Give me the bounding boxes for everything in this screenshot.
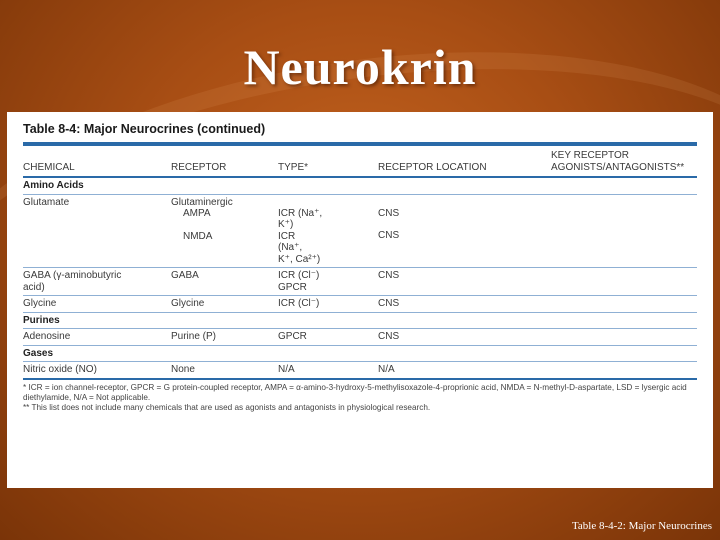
gaba-type-1: ICR (Cl⁻) — [278, 270, 320, 281]
cell-nitric-oxide-agonists — [551, 362, 697, 378]
cell-adenosine-location: CNS — [378, 328, 551, 346]
gaba-chemical-line2: acid) — [23, 281, 45, 293]
cell-glycine-receptor: Glycine — [171, 295, 278, 313]
neurocrines-table-panel: Table 8-4: Major Neurocrines (continued)… — [7, 112, 713, 488]
cell-glycine-location: CNS — [378, 295, 551, 313]
table-header-row: CHEMICAL RECEPTOR TYPE* RECEPTOR LOCATIO… — [23, 146, 697, 178]
header-type: TYPE* — [278, 146, 378, 178]
cell-gaba-receptor: GABA — [171, 267, 278, 296]
cell-nitric-oxide-location: N/A — [378, 364, 395, 375]
section-row-purines: Purines — [23, 312, 697, 329]
header-agonists-line2: AGONISTS/ANTAGONISTS** — [551, 161, 685, 173]
cell-adenosine-agonists — [551, 328, 697, 346]
table-caption-prefix: Table 8-4: — [23, 122, 81, 136]
cell-glutamate-agonists — [551, 194, 697, 268]
glutamate-nmda-type-2: (Na⁺, — [278, 242, 303, 253]
section-label-amino-acids: Amino Acids — [23, 177, 697, 195]
table-row-adenosine: Adenosine Purine (P) GPCR CNS — [23, 328, 697, 346]
footnote-agonists: ** This list does not include many chemi… — [23, 402, 431, 412]
gaba-type-2: GPCR — [278, 281, 307, 293]
cell-glutamate-location: CNS CNS — [378, 194, 551, 268]
glutamate-receptor-family: Glutaminergic — [171, 196, 233, 208]
slide-footer-caption: Table 8-4-2: Major Neurocrines — [571, 520, 712, 532]
glutamate-nmda-location: CNS — [378, 230, 400, 241]
cell-adenosine-chemical: Adenosine — [23, 328, 171, 346]
table-footnotes: * ICR = ion channel-receptor, GPCR = G p… — [23, 377, 697, 413]
glutamate-ampa-type-2: K⁺) — [278, 219, 294, 230]
table-row-gaba: GABA (γ-aminobutyric acid) GABA ICR (Cl⁻… — [23, 267, 697, 296]
cell-gaba-type: ICR (Cl⁻) GPCR — [278, 267, 378, 296]
cell-nitric-oxide-chemical: Nitric oxide (NO) — [23, 364, 97, 375]
header-agonists-line1: KEY RECEPTOR — [551, 150, 629, 161]
gaba-chemical-line1: GABA (γ-aminobutyric — [23, 270, 122, 281]
section-row-gases: Gases — [23, 345, 697, 362]
glutamate-nmda-type: ICR — [278, 230, 296, 242]
cell-glycine-chemical: Glycine — [23, 295, 171, 313]
cell-gaba-chemical: GABA (γ-aminobutyric acid) — [23, 267, 171, 296]
glutamate-receptor-ampa: AMPA — [183, 208, 211, 219]
glutamate-nmda-type-3: K⁺, Ca²⁺) — [278, 253, 321, 265]
header-agonists: KEY RECEPTOR AGONISTS/ANTAGONISTS** — [551, 146, 697, 178]
cell-nitric-oxide-type: N/A — [278, 364, 295, 375]
glutamate-ampa-type: ICR (Na⁺, — [278, 207, 323, 219]
neurocrines-table: CHEMICAL RECEPTOR TYPE* RECEPTOR LOCATIO… — [23, 146, 697, 378]
glutamate-receptor-nmda: NMDA — [183, 230, 213, 242]
footnote-abbreviations: * ICR = ion channel-receptor, GPCR = G p… — [23, 382, 687, 402]
glutamate-ampa-location: CNS — [378, 207, 400, 219]
cell-glycine-agonists — [551, 295, 697, 313]
cell-adenosine-receptor: Purine (P) — [171, 328, 278, 346]
cell-gaba-location: CNS — [378, 267, 551, 296]
cell-glutamate-chemical: Glutamate — [23, 194, 171, 268]
cell-glutamate-receptor: Glutaminergic AMPA NMDA — [171, 194, 278, 268]
section-label-purines: Purines — [23, 312, 697, 329]
table-row-glutamate: Glutamate Glutaminergic AMPA NMDA ICR (N… — [23, 194, 697, 268]
table-row-nitric-oxide: Nitric oxide (NO) None N/A N/A — [23, 362, 697, 378]
header-receptor: RECEPTOR — [171, 146, 278, 178]
table-caption-title: Major Neurocrines (continued) — [83, 122, 266, 136]
slide-title: Neurokrin — [243, 39, 477, 95]
cell-glycine-type: ICR (Cl⁻) — [278, 295, 378, 313]
header-receptor-location: RECEPTOR LOCATION — [378, 146, 551, 178]
header-chemical: CHEMICAL — [23, 146, 171, 178]
cell-nitric-oxide-receptor: None — [171, 364, 195, 375]
table-caption: Table 8-4: Major Neurocrines (continued) — [23, 122, 697, 146]
cell-glutamate-type: ICR (Na⁺, K⁺) ICR (Na⁺, K⁺, Ca²⁺) — [278, 194, 378, 268]
section-label-gases: Gases — [23, 345, 697, 362]
cell-gaba-agonists — [551, 267, 697, 296]
table-row-glycine: Glycine Glycine ICR (Cl⁻) CNS — [23, 295, 697, 313]
cell-adenosine-type: GPCR — [278, 328, 378, 346]
section-row-amino-acids: Amino Acids — [23, 177, 697, 195]
